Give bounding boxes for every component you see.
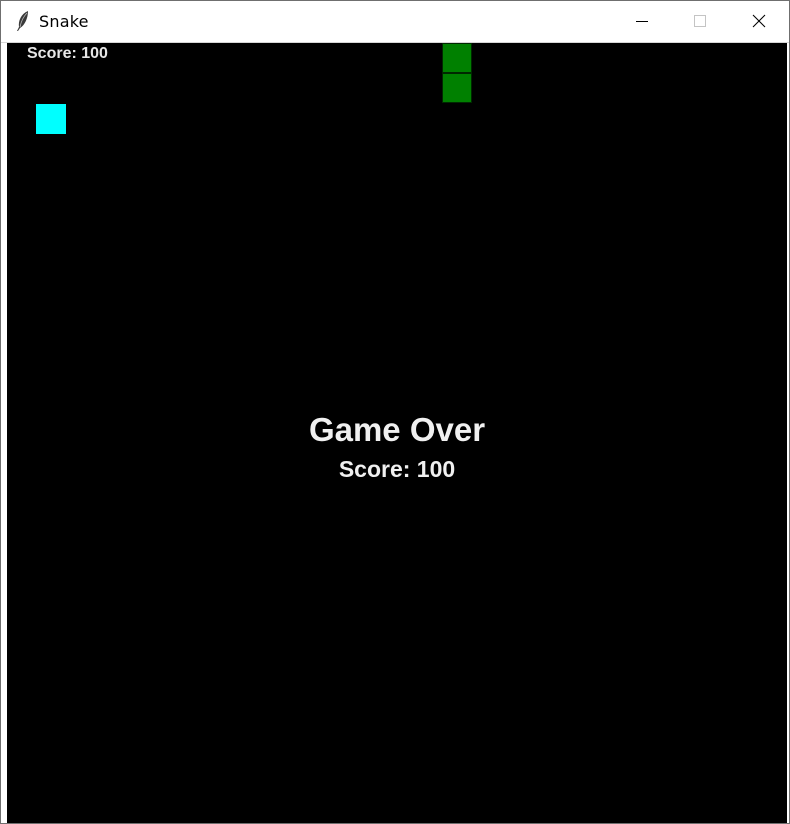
minimize-button[interactable] bbox=[613, 1, 671, 42]
snake-segment bbox=[442, 73, 472, 103]
title-bar[interactable]: Snake bbox=[1, 1, 789, 43]
minimize-icon bbox=[636, 21, 648, 22]
game-over-title: Game Over bbox=[308, 411, 486, 448]
close-icon bbox=[752, 14, 766, 28]
game-canvas[interactable]: Score: 100 Game Over Score: 100 bbox=[7, 43, 787, 823]
maximize-icon bbox=[694, 15, 706, 27]
hud-score: Score: 100 bbox=[27, 45, 108, 62]
maximize-button[interactable] bbox=[671, 1, 729, 42]
app-window: Snake Score: 100 Game Over Score: 100 bbox=[0, 0, 790, 824]
snake-segment bbox=[442, 43, 472, 73]
final-score: Score: 100 bbox=[338, 456, 456, 482]
food-block bbox=[36, 104, 66, 134]
window-title: Snake bbox=[39, 12, 89, 31]
feather-icon bbox=[15, 10, 31, 32]
close-button[interactable] bbox=[730, 1, 788, 42]
